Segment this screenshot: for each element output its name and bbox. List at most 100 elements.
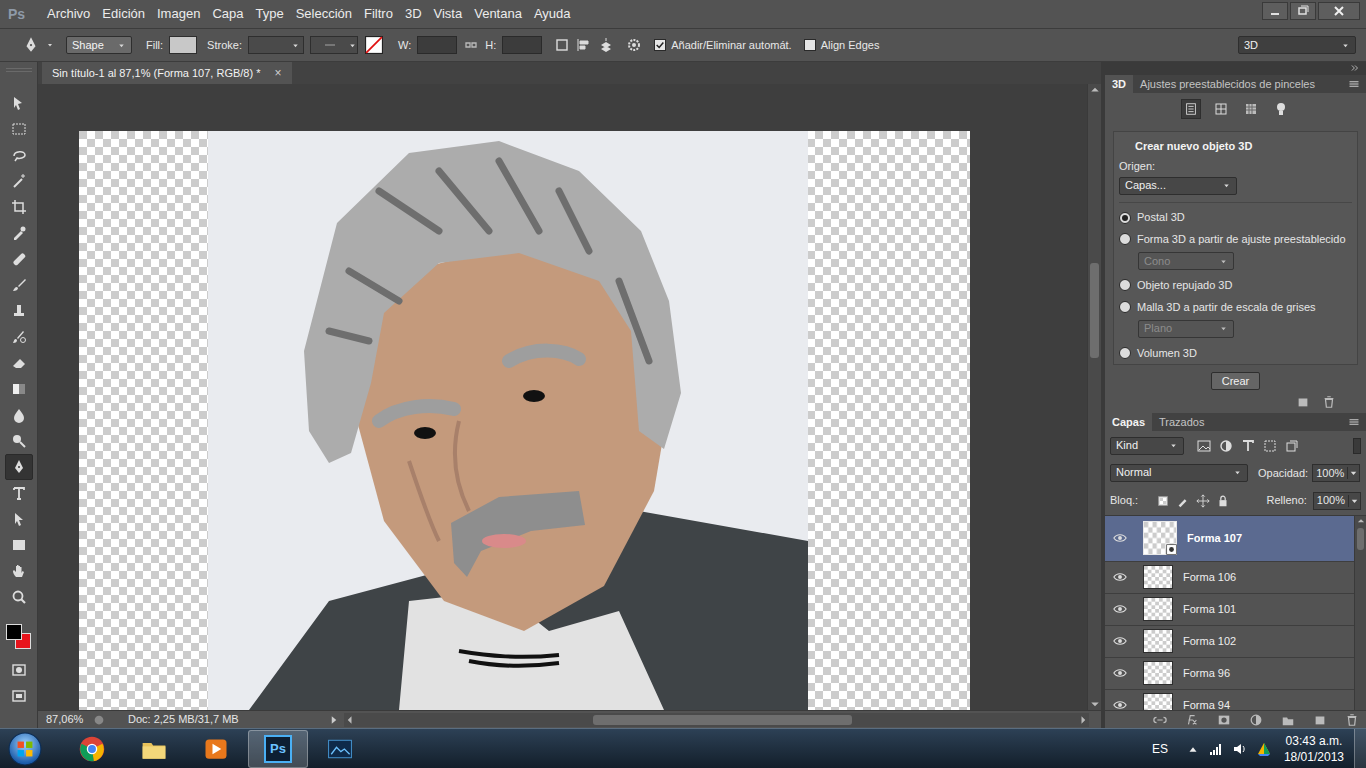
option-checkbox[interactable]: Añadir/Eliminar automát. (654, 37, 791, 54)
lock-position-icon[interactable] (1196, 494, 1210, 508)
artwork-canvas[interactable] (79, 131, 970, 710)
width-field[interactable] (417, 36, 457, 54)
tool-button[interactable] (5, 428, 33, 454)
fill-opacity-field[interactable]: 100% (1313, 492, 1361, 510)
layer-row[interactable]: Forma 107 (1105, 516, 1354, 562)
adjustment-filter-icon[interactable] (1218, 438, 1234, 454)
zoom-level[interactable]: 87,06% (38, 711, 88, 728)
fill-swatch[interactable] (169, 36, 197, 54)
layer-style-icon[interactable] (1185, 713, 1199, 727)
tool-button[interactable] (5, 116, 33, 142)
show-hidden-icons-icon[interactable] (1186, 742, 1200, 756)
horizontal-scrollbar[interactable] (344, 713, 1089, 727)
tool-button[interactable] (5, 272, 33, 298)
tool-button[interactable] (5, 168, 33, 194)
adjustment-layer-icon[interactable] (1249, 713, 1263, 727)
tool-button[interactable] (5, 532, 33, 558)
vertical-scrollbar[interactable] (1087, 84, 1101, 710)
menu-item[interactable]: 3D (399, 1, 428, 27)
canvas-area[interactable] (38, 84, 1087, 710)
scroll-thumb[interactable] (593, 715, 852, 725)
menu-item[interactable]: Filtro (358, 1, 399, 27)
lock-pixels-icon[interactable] (1176, 494, 1190, 508)
link-icon[interactable] (463, 37, 479, 53)
layer-row[interactable]: Forma 96 (1105, 658, 1354, 690)
photoshop-taskbar-button[interactable]: Ps (248, 730, 308, 768)
trash-icon[interactable] (1322, 395, 1336, 409)
create-button[interactable]: Crear (1211, 372, 1261, 391)
radio-button[interactable] (1119, 233, 1131, 245)
export-icon[interactable] (92, 713, 106, 727)
visibility-eye-icon[interactable] (1113, 666, 1127, 680)
collapse-panels-icon[interactable] (1350, 63, 1360, 73)
scroll-left-icon[interactable] (344, 714, 356, 726)
chrome-button[interactable] (62, 730, 122, 768)
checkbox[interactable] (654, 39, 666, 51)
scroll-up-icon[interactable] (1088, 84, 1102, 96)
mesh-filter-icon[interactable] (1211, 99, 1231, 119)
option-checkbox[interactable]: Align Edges (804, 37, 880, 54)
layer-row[interactable]: Forma 101 (1105, 594, 1354, 626)
lights-filter-icon[interactable] (1271, 99, 1291, 119)
tool-button[interactable] (5, 584, 33, 610)
layer-row[interactable]: Forma 106 (1105, 562, 1354, 594)
panel-tab[interactable]: Ajustes preestablecidos de pinceles (1133, 75, 1322, 93)
path-operations-icon[interactable] (554, 37, 570, 53)
menu-item[interactable]: Capa (206, 1, 249, 27)
visibility-eye-icon[interactable] (1113, 634, 1127, 648)
visibility-eye-icon[interactable] (1113, 602, 1127, 616)
shape-filter-icon[interactable] (1262, 438, 1278, 454)
radio-option[interactable]: Forma 3D a partir de ajuste preestableci… (1119, 228, 1352, 250)
toolbar-grip[interactable] (6, 68, 32, 72)
panel-menu-icon[interactable] (1348, 78, 1360, 90)
menu-item[interactable]: Selección (290, 1, 358, 27)
tool-button[interactable] (5, 142, 33, 168)
trash-icon[interactable] (1345, 713, 1359, 727)
height-field[interactable] (502, 36, 542, 54)
screen-mode-icon[interactable] (11, 688, 27, 704)
tool-preset-arrow-icon[interactable] (46, 41, 54, 49)
menu-item[interactable]: Vista (428, 1, 469, 27)
checkbox[interactable] (804, 39, 816, 51)
visibility-eye-icon[interactable] (1113, 698, 1127, 710)
panel-tab[interactable]: Trazados (1152, 413, 1211, 431)
restore-icon[interactable] (1290, 2, 1316, 20)
mode-dropdown[interactable]: Shape (66, 36, 132, 54)
document-tab[interactable]: Sin título-1 al 87,1% (Forma 107, RGB/8)… (42, 62, 292, 84)
path-arrangement-icon[interactable] (598, 37, 614, 53)
tool-button[interactable] (5, 480, 33, 506)
radio-option[interactable]: Volumen 3D (1119, 342, 1352, 364)
tool-button[interactable] (5, 194, 33, 220)
new-item-icon[interactable] (1296, 395, 1310, 409)
layer-row[interactable]: Forma 94 (1105, 690, 1354, 711)
link-layers-icon[interactable] (1153, 713, 1167, 727)
minimize-icon[interactable] (1262, 2, 1288, 20)
media-player-button[interactable] (186, 730, 246, 768)
radio-button[interactable] (1119, 301, 1131, 313)
menu-item[interactable]: Ventana (468, 1, 528, 27)
tool-button[interactable] (5, 558, 33, 584)
lock-all-icon[interactable] (1216, 494, 1230, 508)
opacity-field[interactable]: 100% (1312, 464, 1360, 482)
radio-button[interactable] (1119, 212, 1131, 224)
type-filter-icon[interactable] (1240, 438, 1256, 454)
dropdown-arrow-icon[interactable] (1348, 495, 1360, 507)
radio-button[interactable] (1119, 347, 1131, 359)
radio-button[interactable] (1119, 279, 1131, 291)
scroll-thumb[interactable] (1357, 528, 1364, 550)
filter-kind-dropdown[interactable]: Kind (1110, 437, 1184, 455)
tool-button[interactable] (5, 324, 33, 350)
menu-item[interactable]: Ayuda (528, 1, 577, 27)
tool-button[interactable] (5, 220, 33, 246)
language-indicator[interactable]: ES (1152, 740, 1168, 758)
pixel-filter-icon[interactable] (1196, 438, 1212, 454)
filter-toggle[interactable] (1353, 438, 1361, 454)
panel-menu-icon[interactable] (1348, 416, 1360, 428)
menu-item[interactable]: Imagen (151, 1, 206, 27)
dropdown-arrow-icon[interactable] (1347, 467, 1359, 479)
explorer-button[interactable] (124, 730, 184, 768)
scroll-thumb[interactable] (1090, 263, 1099, 358)
layers-scrollbar[interactable] (1354, 516, 1366, 711)
radio-option[interactable]: Postal 3D (1119, 207, 1352, 229)
close-icon[interactable] (1318, 2, 1360, 20)
